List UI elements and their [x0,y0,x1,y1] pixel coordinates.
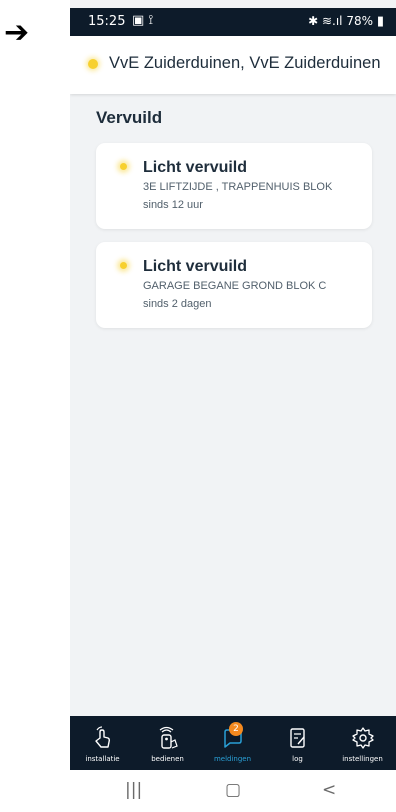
site-title: VvE Zuiderduinen, VvE Zuiderduinen [109,54,381,72]
notification-location: GARAGE BEGANE GROND BLOK C [143,280,327,292]
tab-installatie[interactable]: installatie [70,716,135,770]
tab-label: installatie [85,755,120,763]
remote-control-icon [159,726,178,749]
status-dot [120,163,127,170]
gear-icon [352,727,374,749]
battery-level: 78% [346,14,374,28]
tab-label: instellingen [342,755,383,763]
bottom-tab-bar: installatie bedienen 2 meldingen log ins… [70,716,396,770]
system-icons: ✱ ≋.ıl 78% ▮ [308,14,384,29]
notification-badge: 2 [229,722,243,736]
notification-time: sinds 12 uur [143,199,203,211]
android-nav-bar: ||| ▢ < [70,770,396,812]
section-title: Vervuild [96,108,163,127]
notification-card[interactable]: Licht vervuild GARAGE BEGANE GROND BLOK … [96,242,372,328]
recent-apps-button[interactable]: ||| [125,780,142,800]
notification-icons: ▣ ⟟ [132,13,154,28]
phone-screen: 15:25 ▣ ⟟ ✱ ≋.ıl 78% ▮ VvE Zuiderduinen,… [70,0,396,812]
back-button[interactable]: < [322,780,336,800]
signal-icon: ✱ ≋.ıl [308,14,343,28]
site-status-dot [88,59,98,69]
notification-time: sinds 2 dagen [143,298,212,310]
status-bar: 15:25 ▣ ⟟ ✱ ≋.ıl 78% ▮ [70,8,396,36]
battery-icon: ▮ [376,14,384,29]
annotation-arrow: ➔ [4,15,30,50]
tab-label: meldingen [213,755,252,763]
tab-log[interactable]: log [265,716,330,770]
notification-card[interactable]: Licht vervuild 3E LIFTZIJDE , TRAPPENHUI… [96,143,372,229]
tab-bedienen[interactable]: bedienen [135,716,200,770]
tab-meldingen[interactable]: 2 meldingen [200,716,265,770]
notification-location: 3E LIFTZIJDE , TRAPPENHUIS BLOK [143,181,333,193]
status-dot [120,262,127,269]
tab-label: bedienen [151,755,184,763]
tab-instellingen[interactable]: instellingen [330,716,395,770]
status-time: 15:25 [88,14,126,29]
notification-title: Licht vervuild [143,258,248,275]
home-button[interactable]: ▢ [225,780,241,800]
log-icon [290,728,305,748]
hand-point-icon [95,726,111,748]
tab-label: log [292,755,303,763]
site-header[interactable]: VvE Zuiderduinen, VvE Zuiderduinen [70,36,396,94]
notification-title: Licht vervuild [143,159,248,176]
